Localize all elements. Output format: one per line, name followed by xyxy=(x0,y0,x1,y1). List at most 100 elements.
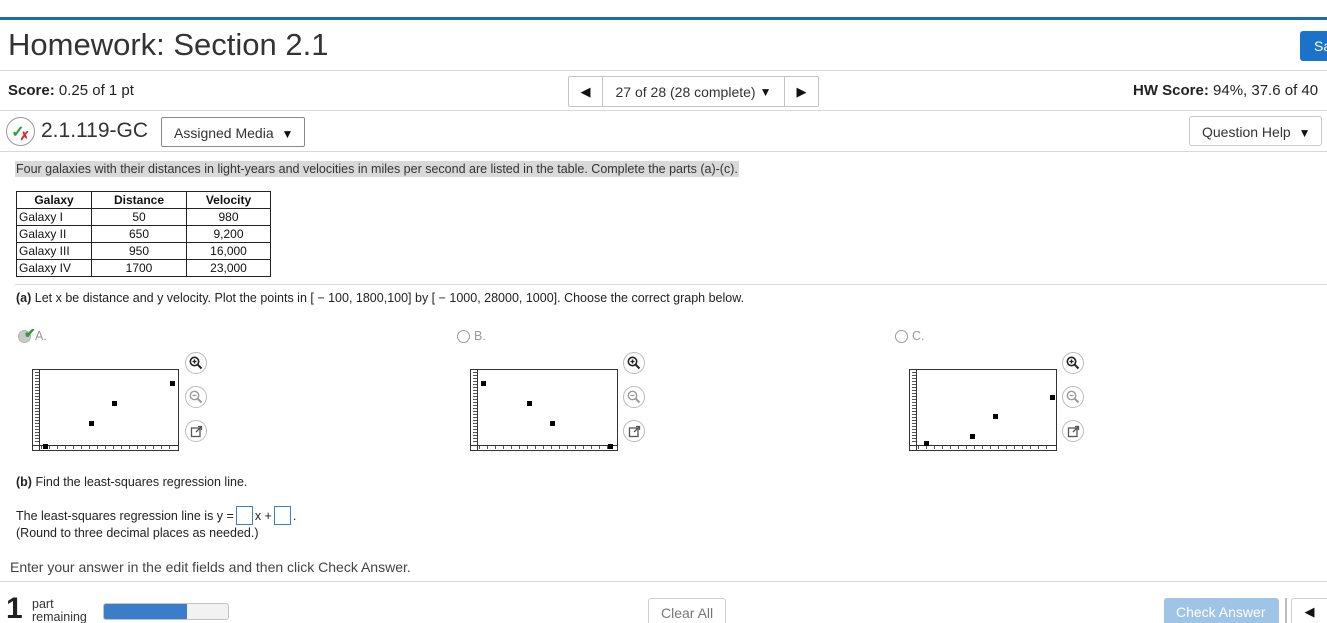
checkmark-icon: ✔ xyxy=(24,325,36,341)
divider xyxy=(0,70,1327,71)
regression-prefix: The least-squares regression line is y = xyxy=(16,508,234,523)
option-a-label: A. xyxy=(35,329,47,343)
data-point xyxy=(924,441,929,446)
divider xyxy=(15,284,1327,285)
table-cell: 650 xyxy=(91,225,187,243)
part-b-text: Find the least-squares regression line. xyxy=(35,475,248,489)
table-cell: 1700 xyxy=(91,259,187,277)
table-cell: 9,200 xyxy=(186,225,271,243)
data-point xyxy=(608,444,613,449)
chevron-down-icon: ▼ xyxy=(759,84,772,99)
option-b-radio[interactable] xyxy=(457,329,470,343)
part-b-instructions: (b) Find the least-squares regression li… xyxy=(16,475,247,489)
zoom-out-icon[interactable] xyxy=(623,386,645,408)
popout-icon[interactable] xyxy=(1062,420,1084,442)
parts-label-line2: remaining xyxy=(32,610,87,623)
zoom-out-icon[interactable] xyxy=(185,386,207,408)
table-row: Galaxy II 650 9,200 xyxy=(16,225,271,243)
option-c-radio[interactable] xyxy=(895,329,908,343)
progress-fill xyxy=(104,604,188,619)
clear-all-button[interactable]: Clear All xyxy=(648,598,726,623)
partial-credit-icon: ✓ ✗ xyxy=(6,117,35,146)
data-point xyxy=(112,401,117,406)
slope-input[interactable] xyxy=(235,506,253,525)
zoom-in-icon[interactable] xyxy=(185,352,207,374)
caret-left-icon: ◀ xyxy=(1304,604,1315,619)
next-question-button[interactable]: ▶ xyxy=(784,77,818,106)
table-cell: 980 xyxy=(186,208,271,226)
regression-mid: x + xyxy=(254,508,272,523)
graph-option-a xyxy=(32,369,179,451)
assigned-media-label: Assigned Media xyxy=(174,125,274,141)
table-header-row: Galaxy Distance Velocity xyxy=(16,191,271,209)
question-position-dropdown[interactable]: 27 of 28 (28 complete) ▼ xyxy=(603,77,784,106)
previous-button[interactable]: ◀ xyxy=(1291,598,1327,623)
galaxy-table: Galaxy Distance Velocity Galaxy I 50 980… xyxy=(16,191,271,277)
table-cell: 16,000 xyxy=(186,242,271,260)
score-value: 0.25 of 1 pt xyxy=(58,82,134,99)
table-row: Galaxy I 50 980 xyxy=(16,208,271,226)
regression-end: . xyxy=(292,508,297,523)
question-help-label: Question Help xyxy=(1202,124,1291,140)
header-accent-rule xyxy=(0,17,1327,20)
rounding-note: (Round to three decimal places as needed… xyxy=(16,526,259,540)
table-cell: Galaxy III xyxy=(16,242,92,260)
caret-right-icon: ▶ xyxy=(796,83,807,99)
intercept-input[interactable] xyxy=(273,506,291,525)
data-point xyxy=(527,401,532,406)
score: Score: 0.25 of 1 pt xyxy=(8,82,134,99)
popout-icon[interactable] xyxy=(623,420,645,442)
data-point xyxy=(170,381,175,386)
question-id: 2.1.119-GC xyxy=(41,119,148,142)
progress-bar xyxy=(103,603,229,620)
data-point xyxy=(89,421,94,426)
option-c[interactable]: C. xyxy=(895,329,925,343)
parts-remaining-count: 1 xyxy=(6,592,23,623)
graph-option-c xyxy=(909,369,1057,451)
caret-left-icon: ◀ xyxy=(580,83,591,99)
option-a[interactable]: ✔ A. xyxy=(18,325,47,343)
zoom-in-icon[interactable] xyxy=(1062,352,1084,374)
part-b-tag: (b) xyxy=(16,475,32,489)
assigned-media-button[interactable]: Assigned Media ▼ xyxy=(161,117,305,147)
check-answer-button[interactable]: Check Answer xyxy=(1164,598,1279,623)
table-header: Velocity xyxy=(186,191,271,209)
table-cell: 23,000 xyxy=(186,259,271,277)
table-row: Galaxy III 950 16,000 xyxy=(16,242,271,260)
previous-question-button[interactable]: ◀ xyxy=(569,77,603,106)
data-point xyxy=(550,421,555,426)
table-row: Galaxy IV 1700 23,000 xyxy=(16,259,271,277)
save-button[interactable]: Sa xyxy=(1300,31,1327,61)
divider xyxy=(0,151,1327,152)
option-b[interactable]: B. xyxy=(457,329,486,343)
data-point xyxy=(970,434,975,439)
table-cell: 50 xyxy=(91,208,187,226)
option-b-label: B. xyxy=(474,329,486,343)
table-header: Galaxy xyxy=(16,191,92,209)
table-cell: Galaxy II xyxy=(16,225,92,243)
zoom-out-icon[interactable] xyxy=(1062,386,1084,408)
score-label: Score: xyxy=(8,82,55,99)
answer-instructions: Enter your answer in the edit fields and… xyxy=(10,559,411,575)
chevron-down-icon: ▼ xyxy=(1298,126,1311,140)
hw-score-value: 94%, 37.6 of 40 xyxy=(1213,82,1319,99)
regression-line-answer: The least-squares regression line is y =… xyxy=(16,506,296,525)
data-point xyxy=(481,381,486,386)
zoom-in-icon[interactable] xyxy=(623,352,645,374)
parts-remaining-label: part remaining xyxy=(32,598,87,623)
table-cell: 950 xyxy=(91,242,187,260)
question-prompt: Four galaxies with their distances in li… xyxy=(15,161,739,177)
divider xyxy=(0,110,1327,111)
data-point xyxy=(43,444,48,449)
divider xyxy=(1285,598,1287,623)
question-help-button[interactable]: Question Help ▼ xyxy=(1189,116,1322,146)
hw-score-label: HW Score: xyxy=(1133,82,1209,99)
hw-score: HW Score: 94%, 37.6 of 40 xyxy=(1133,82,1318,99)
table-cell: Galaxy I xyxy=(16,208,92,226)
part-a-text: Let x be distance and y velocity. Plot t… xyxy=(34,291,745,305)
data-point xyxy=(993,414,998,419)
page-title: Homework: Section 2.1 xyxy=(8,27,329,62)
question-position: 27 of 28 (28 complete) xyxy=(615,83,756,100)
popout-icon[interactable] xyxy=(185,420,207,442)
part-a-tag: (a) xyxy=(16,291,32,305)
